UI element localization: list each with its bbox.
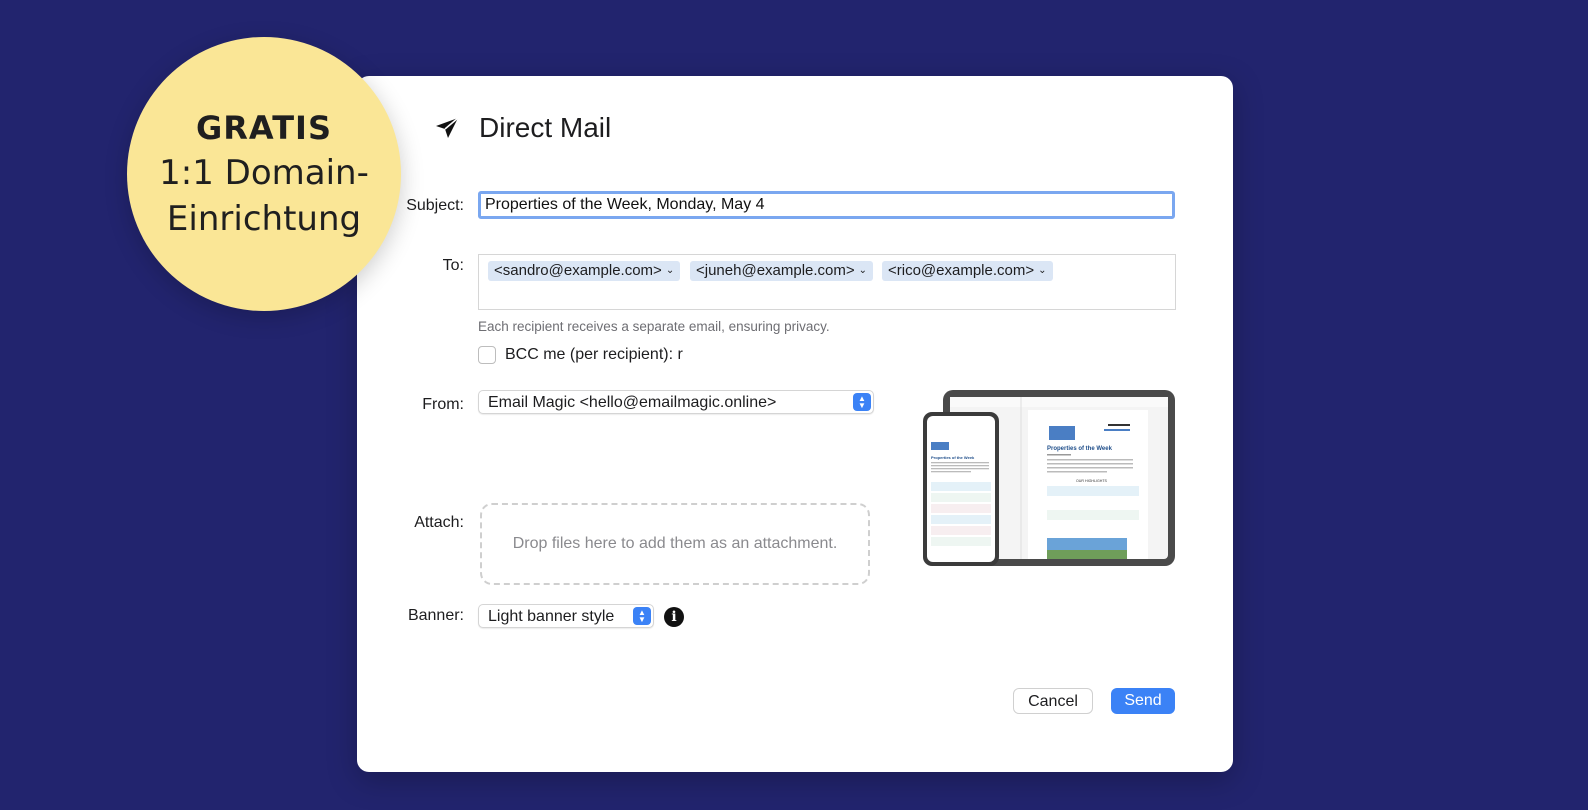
chevron-down-icon[interactable]: ⌄ bbox=[1038, 265, 1046, 276]
recipient-token[interactable]: <sandro@example.com> ⌄ bbox=[488, 261, 681, 281]
recipient-address: <juneh@example.com> bbox=[696, 262, 855, 279]
privacy-hint: Each recipient receives a separate email… bbox=[478, 319, 830, 334]
recipient-token[interactable]: <rico@example.com> ⌄ bbox=[882, 261, 1053, 281]
direct-mail-dialog: Direct Mail Subject: To: <sandro@example… bbox=[357, 76, 1233, 772]
banner-label: Banner: bbox=[407, 607, 464, 624]
attachment-dropzone[interactable]: Drop files here to add them as an attach… bbox=[480, 503, 870, 585]
banner-value: Light banner style bbox=[488, 608, 615, 625]
chevron-down-icon[interactable]: ⌄ bbox=[666, 265, 674, 276]
bcc-label: BCC me (per recipient): r bbox=[505, 346, 683, 363]
from-select[interactable]: Email Magic <hello@emailmagic.online> ▲ ▼ bbox=[478, 390, 874, 414]
promo-badge-headline: GRATIS bbox=[196, 109, 332, 147]
info-icon[interactable]: i bbox=[664, 607, 684, 627]
promo-badge-line: 1:1 Domain- bbox=[159, 153, 369, 193]
banner-select[interactable]: Light banner style ▲ ▼ bbox=[478, 604, 654, 628]
paper-plane-icon bbox=[436, 117, 459, 138]
chevron-down-icon[interactable]: ⌄ bbox=[859, 265, 867, 276]
to-field[interactable]: <sandro@example.com> ⌄ <juneh@example.com… bbox=[478, 254, 1176, 310]
bcc-row: BCC me (per recipient): r bbox=[478, 346, 683, 364]
recipient-address: <sandro@example.com> bbox=[494, 262, 662, 279]
subject-input[interactable] bbox=[478, 191, 1175, 219]
cancel-button[interactable]: Cancel bbox=[1013, 688, 1093, 714]
promo-badge: GRATIS 1:1 Domain- Einrichtung bbox=[127, 37, 401, 311]
attach-label: Attach: bbox=[414, 514, 464, 531]
recipient-address: <rico@example.com> bbox=[888, 262, 1035, 279]
preview-section-heading: OUR HIGHLIGHTS bbox=[1076, 479, 1108, 483]
preview-newsletter-title: Properties of the Week bbox=[1047, 446, 1113, 452]
send-button[interactable]: Send bbox=[1111, 688, 1175, 714]
email-preview-devices: Properties of the Week OUR HIGHLIGHTS Pr… bbox=[923, 390, 1175, 566]
recipient-token[interactable]: <juneh@example.com> ⌄ bbox=[690, 261, 874, 281]
select-stepper-icon[interactable]: ▲ ▼ bbox=[853, 393, 871, 411]
from-value: Email Magic <hello@emailmagic.online> bbox=[488, 394, 777, 411]
from-label: From: bbox=[422, 396, 464, 413]
window-title-row: Direct Mail bbox=[433, 112, 611, 144]
attachment-placeholder: Drop files here to add them as an attach… bbox=[512, 535, 838, 552]
select-stepper-icon[interactable]: ▲ ▼ bbox=[633, 607, 651, 625]
preview-phone-title: Properties of the Week bbox=[931, 455, 975, 460]
window-title: Direct Mail bbox=[479, 112, 612, 143]
bcc-checkbox[interactable] bbox=[478, 346, 496, 364]
promo-badge-line: Einrichtung bbox=[166, 199, 362, 239]
